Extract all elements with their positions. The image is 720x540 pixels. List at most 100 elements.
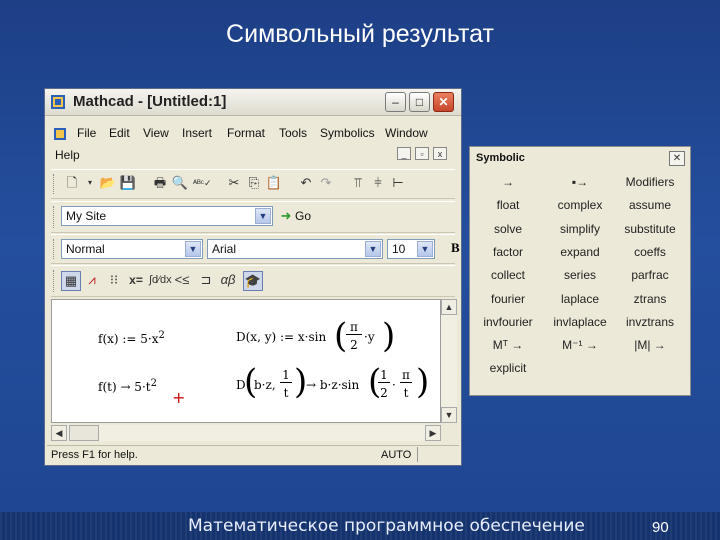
menu-file[interactable]: File [77, 126, 96, 140]
symbolic-button-1-2[interactable]: assume [616, 194, 684, 216]
toolbar-grip[interactable] [53, 270, 57, 292]
symbolic-button-7-0[interactable]: Mᵀ → [474, 334, 542, 356]
symbolic-button-1-0[interactable]: float [474, 194, 542, 216]
symbolic-button-4-1[interactable]: series [546, 264, 614, 286]
matrix-icon[interactable]: ⁝⁝ [105, 271, 123, 289]
go-arrow-icon[interactable]: ➜ [277, 207, 295, 225]
font-size-combo[interactable]: 10 ▼ [387, 239, 435, 259]
status-help-text: Press F1 for help. [51, 449, 138, 461]
menu-insert[interactable]: Insert [182, 126, 212, 140]
menu-help[interactable]: Help [55, 148, 80, 162]
graph-icon[interactable]: ⩘ [83, 271, 101, 289]
symbolic-button-5-0[interactable]: fourier [474, 288, 542, 310]
scroll-left-icon[interactable]: ◀ [51, 425, 67, 441]
symbolic-button-2-2[interactable]: substitute [616, 218, 684, 240]
calculator-icon[interactable]: ▦ [61, 271, 81, 291]
title-bar[interactable]: Mathcad - [Untitled:1] – □ ✕ [45, 89, 461, 116]
math-region-d-eval[interactable]: D ( b·z, 1 t ) → b·z·sin ( 1 2 · π t ) [236, 362, 436, 406]
boolean-icon[interactable]: <≤ [173, 271, 191, 289]
chevron-down-icon[interactable]: ▼ [185, 241, 201, 257]
symbolic-button-5-1[interactable]: laplace [546, 288, 614, 310]
greek-icon[interactable]: αβ [219, 271, 237, 289]
toolbar-grip[interactable] [53, 239, 57, 259]
scroll-down-icon[interactable]: ▼ [441, 407, 457, 423]
style-combo[interactable]: Normal ▼ [61, 239, 203, 259]
symbolic-button-3-0[interactable]: factor [474, 241, 542, 263]
horizontal-scrollbar[interactable]: ◀ ▶ [51, 425, 441, 441]
evaluation-icon[interactable]: x= [127, 271, 145, 289]
symbolic-button-0-1[interactable]: ▪→ [546, 171, 614, 193]
doc-restore-button[interactable]: ▫ [415, 147, 429, 160]
calculus-icon[interactable]: ∫d⁄dx [149, 271, 172, 289]
menu-symbolics[interactable]: Symbolics [320, 126, 375, 140]
menu-format[interactable]: Format [227, 126, 265, 140]
cut-icon[interactable]: ✂ [225, 174, 243, 192]
scroll-thumb[interactable] [69, 425, 99, 441]
math-region-f-eval[interactable]: f(t) → 5·t2 [98, 378, 157, 394]
align-top-icon[interactable]: ⫪ [349, 174, 367, 192]
programming-icon[interactable]: ⊐ [197, 271, 215, 289]
symbolic-button-4-2[interactable]: parfrac [616, 264, 684, 286]
d-definition-prefix: D(x, y) := x·sin [236, 330, 327, 344]
save-icon[interactable]: 💾 [119, 174, 137, 192]
symbolic-button-7-2[interactable]: |M| → [616, 334, 684, 356]
bold-button[interactable]: B [451, 240, 460, 256]
copy-icon[interactable]: ⎘ [245, 174, 263, 192]
symbolic-button-1-1[interactable]: complex [546, 194, 614, 216]
spell-check-icon[interactable]: ᴬᴮᶜ✓ [193, 174, 212, 192]
symbolic-button-0-2[interactable]: Modifiers [616, 171, 684, 193]
symbolic-button-6-2[interactable]: invztrans [616, 311, 684, 333]
doc-minimize-button[interactable]: _ [397, 147, 411, 160]
palette-close-button[interactable]: ✕ [669, 151, 685, 166]
menu-view[interactable]: View [143, 126, 169, 140]
undo-icon[interactable]: ↶ [297, 174, 315, 192]
site-combo[interactable]: My Site ▼ [61, 206, 273, 226]
scroll-right-icon[interactable]: ▶ [425, 425, 441, 441]
symbolic-button-3-2[interactable]: coeffs [616, 241, 684, 263]
chevron-down-icon[interactable]: ▼ [417, 241, 433, 257]
chevron-down-icon[interactable]: ▼ [255, 208, 271, 224]
go-button[interactable]: Go [295, 209, 311, 223]
print-preview-icon[interactable]: 🔍 [171, 174, 189, 192]
symbolic-button-5-2[interactable]: ztrans [616, 288, 684, 310]
symbolic-button-2-0[interactable]: solve [474, 218, 542, 240]
pi-numerator: π [346, 320, 362, 335]
symbolic-button-6-0[interactable]: invfourier [474, 311, 542, 333]
chevron-down-icon[interactable]: ▼ [365, 241, 381, 257]
worksheet[interactable]: f(x) := 5·x2 D(x, y) := x·sin ( π 2 ·y )… [51, 299, 441, 423]
redo-icon[interactable]: ↷ [317, 174, 335, 192]
new-document-icon[interactable]: 🗋 [63, 174, 81, 192]
maximize-button[interactable]: □ [409, 92, 430, 112]
symbolic-toolbar-icon[interactable]: 🎓 [243, 271, 263, 291]
symbolic-button-3-1[interactable]: expand [546, 241, 614, 263]
toolbar-grip[interactable] [53, 174, 57, 194]
scroll-up-icon[interactable]: ▲ [441, 299, 457, 315]
d-definition-suffix: ·y [364, 330, 375, 344]
symbolic-button-7-1[interactable]: M⁻¹ → [546, 334, 614, 356]
symbolic-button-6-1[interactable]: invlaplace [546, 311, 614, 333]
menu-tools[interactable]: Tools [279, 126, 307, 140]
paste-icon[interactable]: 📋 [265, 174, 283, 192]
close-button[interactable]: ✕ [433, 92, 454, 112]
insertion-cursor: + [172, 388, 186, 407]
vertical-scrollbar[interactable]: ▲ ▼ [441, 299, 457, 423]
font-combo[interactable]: Arial ▼ [207, 239, 383, 259]
align-down-icon[interactable]: ⫩ [369, 174, 387, 192]
menu-edit[interactable]: Edit [109, 126, 130, 140]
separate-regions-icon[interactable]: ⊢ [389, 174, 407, 192]
math-region-f-def[interactable]: f(x) := 5·x2 [98, 330, 165, 346]
symbolic-button-0-0[interactable]: → [474, 171, 542, 193]
document-menu-icon[interactable] [53, 127, 67, 141]
d-evaluation-arg: b·z, [254, 378, 276, 392]
doc-close-button[interactable]: x [433, 147, 447, 160]
open-folder-icon[interactable]: 📂 [99, 174, 117, 192]
minimize-button[interactable]: – [385, 92, 406, 112]
toolbar-grip[interactable] [53, 206, 57, 228]
menu-window[interactable]: Window [385, 126, 428, 140]
new-dropdown-icon[interactable]: ▾ [81, 174, 99, 192]
symbolic-button-2-1[interactable]: simplify [546, 218, 614, 240]
symbolic-button-4-0[interactable]: collect [474, 264, 542, 286]
symbolic-button-8-0[interactable]: explicit [474, 357, 542, 379]
print-icon[interactable]: 🖶 [151, 174, 169, 192]
site-combo-value: My Site [66, 209, 107, 223]
